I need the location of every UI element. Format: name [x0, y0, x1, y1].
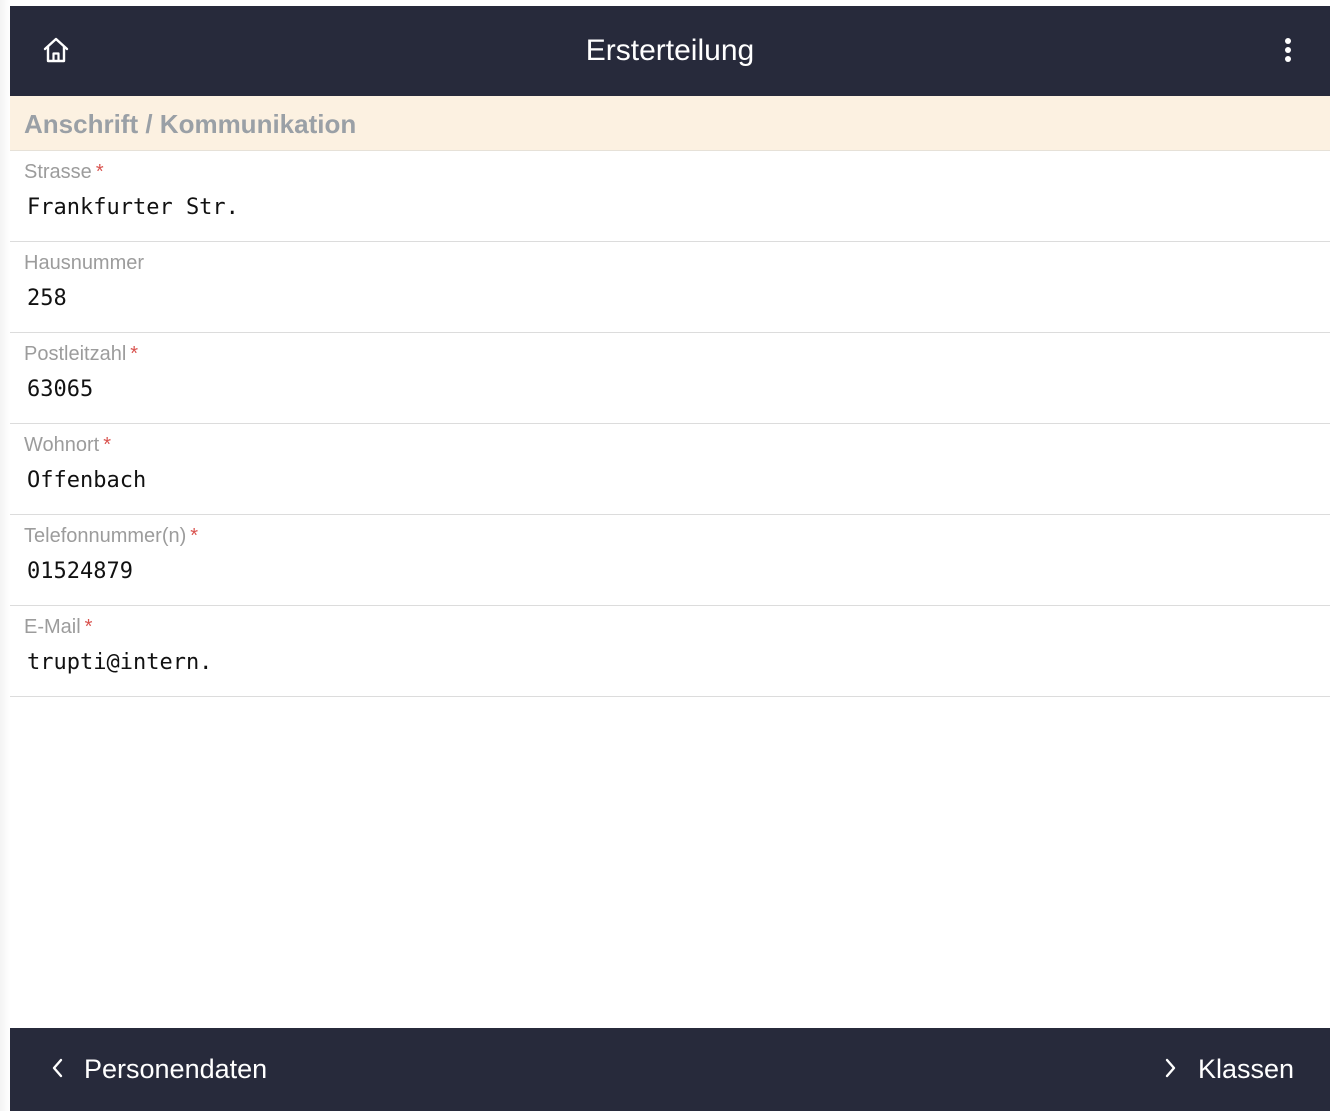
city-field[interactable]: Wohnort * Offenbach: [10, 424, 1330, 515]
phone-field[interactable]: Telefonnummer(n) * 01524879: [10, 515, 1330, 606]
postal-code-field[interactable]: Postleitzahl * 63065: [10, 333, 1330, 424]
left-gutter: [0, 0, 10, 1111]
field-label: E-Mail *: [24, 616, 93, 638]
field-label: Hausnummer: [24, 252, 145, 274]
field-label: Wohnort *: [24, 434, 112, 456]
required-marker: *: [84, 616, 93, 638]
section-title: Anschrift / Kommunikation: [24, 109, 357, 139]
chevron-right-icon: [1164, 1054, 1178, 1086]
field-label: Telefonnummer(n) *: [24, 525, 199, 547]
page: Ersterteilung Anschrift / Kommunikation …: [0, 0, 1330, 1111]
required-marker: *: [95, 161, 104, 183]
address-form: Strasse * Frankfurter Str. Hausnummer 258…: [10, 151, 1330, 697]
required-marker: *: [103, 434, 112, 456]
page-title: Ersterteilung: [585, 34, 755, 67]
next-step-label: Klassen: [1197, 1054, 1294, 1084]
field-label: Strasse *: [24, 161, 104, 183]
postal-code-input[interactable]: 63065: [27, 377, 93, 402]
street-input[interactable]: Frankfurter Str.: [27, 195, 239, 220]
house-number-field[interactable]: Hausnummer 258: [10, 242, 1330, 333]
chevron-left-icon: [50, 1054, 64, 1086]
field-label: Postleitzahl *: [24, 343, 139, 365]
previous-step-button[interactable]: Personendaten: [50, 1028, 267, 1111]
required-marker: *: [190, 525, 199, 547]
email-field[interactable]: E-Mail * trupti@intern.: [10, 606, 1330, 697]
app-header: Ersterteilung: [10, 6, 1330, 96]
street-field[interactable]: Strasse * Frankfurter Str.: [10, 151, 1330, 242]
next-step-button[interactable]: Klassen: [1164, 1028, 1294, 1111]
house-number-input[interactable]: 258: [27, 286, 67, 311]
section-header: Anschrift / Kommunikation: [10, 96, 1330, 151]
city-input[interactable]: Offenbach: [27, 468, 146, 493]
more-menu-button[interactable]: [1276, 34, 1300, 70]
more-vertical-icon: [1284, 37, 1292, 68]
home-icon: [41, 35, 71, 70]
home-button[interactable]: [38, 34, 74, 70]
footer-nav: Personendaten Klassen: [10, 1028, 1330, 1111]
phone-input[interactable]: 01524879: [27, 559, 133, 584]
previous-step-label: Personendaten: [84, 1054, 268, 1084]
required-marker: *: [130, 343, 139, 365]
email-input[interactable]: trupti@intern.: [27, 650, 212, 675]
